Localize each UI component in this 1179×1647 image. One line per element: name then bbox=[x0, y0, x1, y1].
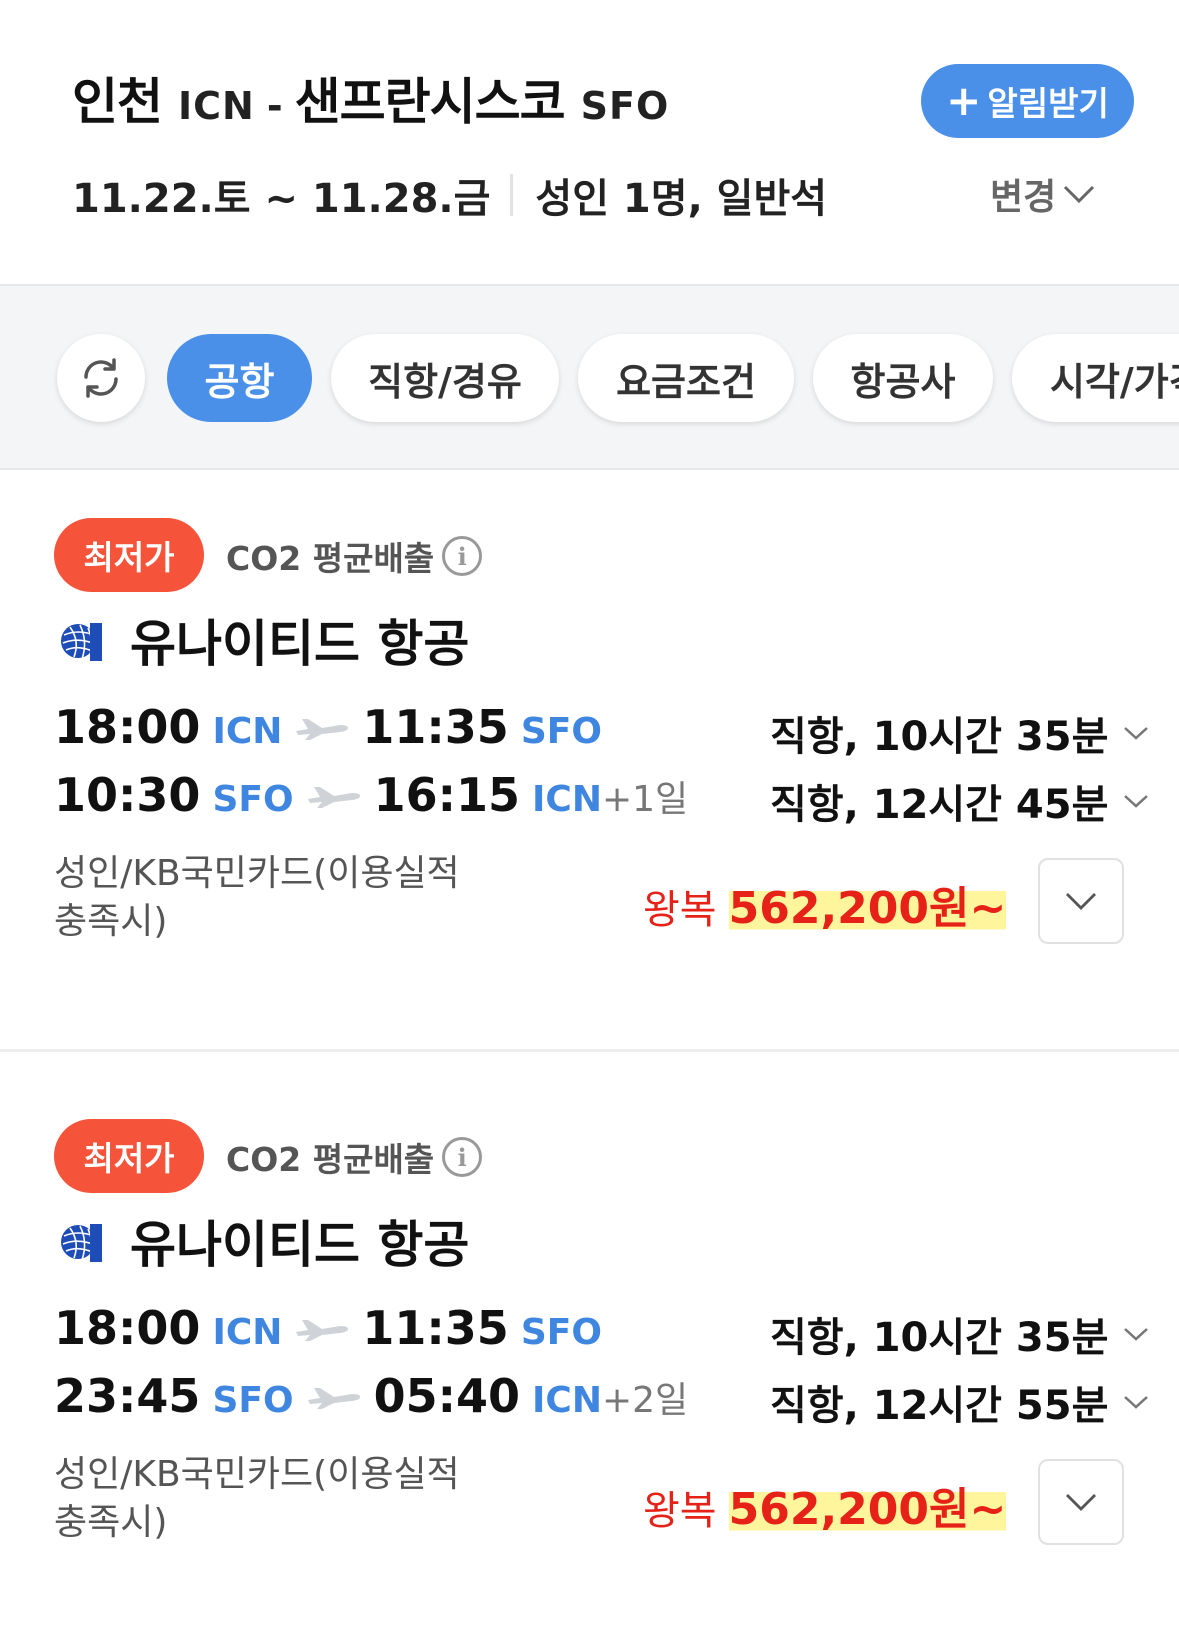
co2-info: CO2 평균배출 i bbox=[226, 532, 483, 580]
chevron-down-icon bbox=[1066, 893, 1096, 910]
filter-bar: 공항 직항/경유 요금조건 항공사 시각/가격 bbox=[0, 284, 1179, 470]
departure-code: ICN bbox=[212, 711, 283, 752]
leg-summary[interactable]: 직항, 12시간 45분 bbox=[770, 772, 1150, 830]
passenger-info: 성인 1명, 일반석 bbox=[535, 176, 828, 222]
departure-time: 18:00 bbox=[54, 700, 201, 754]
refresh-button[interactable] bbox=[57, 334, 145, 422]
next-day-indicator: +1일 bbox=[601, 779, 689, 820]
chevron-down-icon bbox=[1124, 795, 1149, 808]
price: 왕복 562,200원~ bbox=[643, 1473, 1007, 1537]
filter-chip-fare[interactable]: 요금조건 bbox=[578, 334, 794, 422]
arrival-code: ICN bbox=[532, 1380, 602, 1421]
plane-icon bbox=[296, 1320, 349, 1341]
arrival-code: SFO bbox=[520, 711, 602, 752]
leg-summary-text: 직항, 12시간 55분 bbox=[770, 1383, 1109, 1429]
arrival-time: 05:40 bbox=[373, 1369, 520, 1423]
departure-time: 18:00 bbox=[54, 1301, 201, 1355]
outbound-leg: 18:00 ICN 11:35 SFO bbox=[54, 1301, 602, 1355]
leg-summary-text: 직항, 10시간 35분 bbox=[770, 1315, 1109, 1361]
co2-label: CO2 평균배출 bbox=[226, 539, 435, 578]
airline-label: 유나이티드 항공 bbox=[130, 615, 470, 673]
departure-code: SFO bbox=[212, 1380, 294, 1421]
plane-icon bbox=[307, 787, 360, 808]
filter-chip-airport[interactable]: 공항 bbox=[167, 334, 312, 422]
route-dash: - bbox=[266, 84, 283, 128]
info-icon[interactable]: i bbox=[442, 1137, 483, 1177]
fare-condition-note: 성인/KB국민카드(이용실적 충족시) bbox=[54, 853, 460, 942]
arrival-time: 16:15 bbox=[373, 768, 520, 822]
arrival-code: ICN bbox=[532, 779, 602, 820]
united-globe-icon bbox=[60, 1220, 102, 1262]
return-leg: 10:30 SFO 16:15 ICN +1일 bbox=[54, 768, 688, 822]
filter-chip-time-price[interactable]: 시각/가격 bbox=[1012, 334, 1179, 422]
dest-city: 샌프란시스코 bbox=[294, 73, 566, 131]
alert-button-label: 알림받기 bbox=[987, 84, 1109, 123]
origin-city: 인천 bbox=[72, 73, 163, 131]
plane-icon bbox=[296, 719, 349, 740]
trip-details: 11.22.토 ~ 11.28.금 성인 1명, 일반석 bbox=[72, 166, 827, 224]
route-title: 인천 ICN - 샌프란시스코 SFO bbox=[72, 62, 669, 134]
chevron-down-icon bbox=[1124, 727, 1149, 740]
expand-details-button[interactable] bbox=[1038, 858, 1124, 944]
price-amount: 562,200원~ bbox=[728, 872, 1007, 936]
filter-chip-airline[interactable]: 항공사 bbox=[813, 334, 993, 422]
departure-code: SFO bbox=[212, 779, 294, 820]
divider bbox=[510, 174, 514, 216]
alert-button[interactable]: + 알림받기 bbox=[921, 64, 1134, 138]
arrival-time: 11:35 bbox=[362, 700, 509, 754]
leg-summary[interactable]: 직항, 12시간 55분 bbox=[770, 1373, 1150, 1431]
flight-result-card[interactable]: 최저가 CO2 평균배출 i 유나이티드 항공 18:00 ICN 11:35 … bbox=[0, 1055, 1179, 1647]
airline-name: 유나이티드 항공 bbox=[60, 1205, 469, 1277]
chevron-down-icon bbox=[1064, 185, 1095, 204]
chevron-down-icon bbox=[1066, 1494, 1096, 1511]
lowest-price-badge: 최저가 bbox=[54, 518, 204, 592]
filter-chip-direct[interactable]: 직항/경유 bbox=[331, 334, 559, 422]
leg-summary[interactable]: 직항, 10시간 35분 bbox=[770, 704, 1150, 762]
lowest-price-badge: 최저가 bbox=[54, 1119, 204, 1193]
price-type-label: 왕복 bbox=[643, 1488, 717, 1534]
leg-summary-text: 직항, 10시간 35분 bbox=[770, 714, 1109, 760]
refresh-icon bbox=[84, 358, 118, 398]
change-label: 변경 bbox=[990, 177, 1057, 218]
chevron-down-icon bbox=[1124, 1328, 1149, 1341]
fare-condition-note: 성인/KB국민카드(이용실적 충족시) bbox=[54, 1454, 460, 1543]
co2-info: CO2 평균배출 i bbox=[226, 1133, 483, 1181]
outbound-leg: 18:00 ICN 11:35 SFO bbox=[54, 700, 602, 754]
price: 왕복 562,200원~ bbox=[643, 872, 1007, 936]
airline-name: 유나이티드 항공 bbox=[60, 604, 469, 676]
arrival-time: 11:35 bbox=[362, 1301, 509, 1355]
flight-result-card[interactable]: 최저가 CO2 평균배출 i 유나이티드 항공 18:00 ICN 11:35 … bbox=[0, 472, 1179, 1052]
airline-label: 유나이티드 항공 bbox=[130, 1216, 470, 1274]
search-summary-header: 인천 ICN - 샌프란시스코 SFO + 알림받기 11.22.토 ~ 11.… bbox=[0, 0, 1179, 284]
departure-code: ICN bbox=[212, 1312, 283, 1353]
price-amount: 562,200원~ bbox=[728, 1473, 1007, 1537]
leg-summary[interactable]: 직항, 10시간 35분 bbox=[770, 1305, 1150, 1363]
arrival-code: SFO bbox=[520, 1312, 602, 1353]
info-icon[interactable]: i bbox=[442, 536, 483, 576]
next-day-indicator: +2일 bbox=[601, 1380, 689, 1421]
price-type-label: 왕복 bbox=[643, 887, 717, 933]
departure-time: 10:30 bbox=[54, 768, 201, 822]
united-globe-icon bbox=[60, 619, 102, 661]
chevron-down-icon bbox=[1124, 1396, 1149, 1409]
trip-dates: 11.22.토 ~ 11.28.금 bbox=[72, 176, 491, 222]
return-leg: 23:45 SFO 05:40 ICN +2일 bbox=[54, 1369, 688, 1423]
plus-icon: + bbox=[946, 76, 982, 125]
co2-label: CO2 평균배출 bbox=[226, 1140, 435, 1179]
plane-icon bbox=[307, 1388, 360, 1409]
departure-time: 23:45 bbox=[54, 1369, 201, 1423]
dest-code: SFO bbox=[580, 84, 670, 128]
leg-summary-text: 직항, 12시간 45분 bbox=[770, 782, 1109, 828]
change-search-button[interactable]: 변경 bbox=[990, 168, 1096, 220]
origin-code: ICN bbox=[178, 84, 255, 128]
expand-details-button[interactable] bbox=[1038, 1459, 1124, 1545]
